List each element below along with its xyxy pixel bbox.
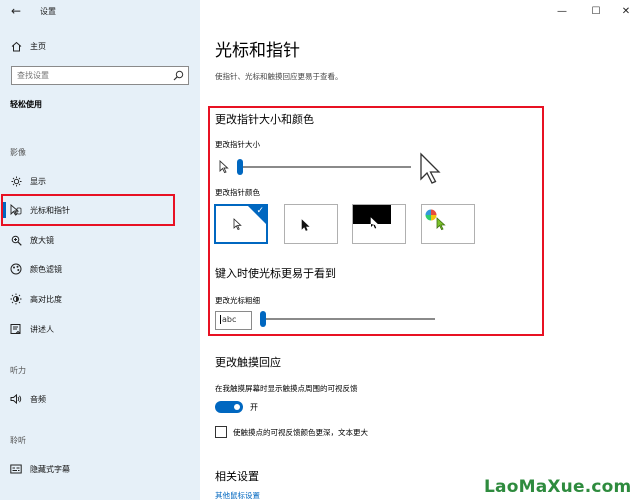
- watermark: LaoMaXue.com: [484, 477, 632, 497]
- sidebar: ← 设置 主页 轻松使用 影像 显示 光标和指针 放大镜: [0, 0, 200, 500]
- arrow-left-icon: ←: [10, 4, 22, 18]
- darker-feedback-checkbox[interactable]: [215, 426, 227, 438]
- sidebar-item-high-contrast[interactable]: 高对比度: [0, 288, 200, 310]
- slider-thumb[interactable]: [260, 311, 266, 327]
- sidebar-item-color-filter[interactable]: 颜色滤镜: [0, 258, 200, 280]
- sidebar-item-label: 放大镜: [30, 235, 54, 245]
- main-content: — ☐ ✕ 光标和指针 使指针、光标和触摸回应更易于查看。 更改指针大小和颜色 …: [200, 0, 640, 500]
- group-heading-listening: 聆听: [10, 436, 26, 445]
- related-settings-heading: 相关设置: [215, 470, 259, 483]
- touch-section-heading: 更改触摸回应: [215, 356, 281, 369]
- high-contrast-icon: [10, 293, 22, 305]
- large-pointer-icon: [419, 152, 443, 189]
- search-box: [11, 66, 189, 85]
- checkmark-icon: ✓: [256, 206, 264, 216]
- section-title: 轻松使用: [10, 100, 42, 109]
- sidebar-item-label: 隐藏式字幕: [30, 464, 70, 474]
- back-button[interactable]: ←: [8, 3, 24, 19]
- sidebar-item-magnifier[interactable]: 放大镜: [0, 229, 200, 251]
- sidebar-item-label: 讲述人: [30, 324, 54, 334]
- magnifier-icon: [10, 234, 22, 246]
- sidebar-item-cursor-pointer[interactable]: 光标和指针: [0, 199, 200, 221]
- touch-feedback-label: 在我触摸屏幕时显示触摸点周围的可视反馈: [215, 384, 358, 393]
- inverted-pointer-icon: [370, 217, 379, 233]
- toggle-state-label: 开: [250, 403, 258, 412]
- custom-pointer-icon: [436, 217, 446, 234]
- page-title: 光标和指针: [215, 41, 300, 61]
- pointer-section-heading: 更改指针大小和颜色: [215, 113, 314, 126]
- sidebar-item-home[interactable]: 主页: [0, 35, 200, 57]
- close-button[interactable]: ✕: [616, 4, 636, 18]
- darker-feedback-label: 使触摸点的可视反馈颜色更深，文本更大: [233, 428, 368, 437]
- sidebar-item-narrator[interactable]: 讲述人: [0, 318, 200, 340]
- search-input[interactable]: [12, 67, 162, 84]
- pointer-color-white[interactable]: ✓: [214, 204, 268, 244]
- sidebar-item-audio[interactable]: 音频: [0, 388, 200, 410]
- black-pointer-icon: [301, 219, 310, 235]
- slider-track: [237, 166, 411, 168]
- app-title: 设置: [40, 7, 56, 16]
- sidebar-item-display[interactable]: 显示: [0, 170, 200, 192]
- color-filter-icon: [10, 263, 22, 275]
- pointer-color-custom[interactable]: [421, 204, 475, 244]
- sidebar-item-label: 显示: [30, 176, 46, 186]
- sidebar-item-label: 颜色滤镜: [30, 264, 62, 274]
- captions-icon: [10, 463, 22, 475]
- pointer-color-black[interactable]: [284, 204, 338, 244]
- display-icon: [10, 175, 22, 187]
- pointer-color-inverted[interactable]: [352, 204, 406, 244]
- sidebar-item-label: 音频: [30, 394, 46, 404]
- speaker-icon: [10, 393, 22, 405]
- slider-thumb[interactable]: [237, 159, 243, 175]
- slider-track: [260, 318, 435, 320]
- cursor-section-heading: 键入时使光标更易于看到: [215, 267, 336, 280]
- sidebar-item-captions[interactable]: 隐藏式字幕: [0, 458, 200, 480]
- pointer-size-label: 更改指针大小: [215, 140, 260, 149]
- group-heading-vision: 影像: [10, 148, 26, 157]
- titlebar-left: ← 设置: [0, 0, 200, 22]
- cursor-preview: abc: [215, 311, 252, 330]
- narrator-icon: [10, 323, 22, 335]
- mouse-settings-link[interactable]: 其他鼠标设置: [215, 490, 260, 500]
- minimize-icon: —: [557, 5, 567, 17]
- home-icon: [10, 40, 22, 52]
- sidebar-item-label: 光标和指针: [30, 205, 70, 215]
- minimize-button[interactable]: —: [552, 4, 572, 18]
- cursor-icon: [10, 204, 22, 216]
- white-pointer-icon: [233, 218, 242, 234]
- toggle-knob: [234, 404, 240, 410]
- cursor-preview-text: abc: [220, 315, 237, 324]
- small-pointer-icon: [219, 159, 229, 177]
- maximize-icon: ☐: [591, 5, 601, 17]
- cursor-thickness-label: 更改光标粗细: [215, 296, 260, 305]
- sidebar-item-label: 高对比度: [30, 294, 62, 304]
- close-icon: ✕: [621, 5, 631, 17]
- maximize-button[interactable]: ☐: [586, 4, 606, 18]
- touch-feedback-toggle[interactable]: [215, 401, 243, 413]
- page-description: 使指针、光标和触摸回应更易于查看。: [215, 72, 343, 81]
- sidebar-item-label: 主页: [30, 41, 46, 51]
- search-icon[interactable]: [173, 70, 184, 81]
- group-heading-hearing: 听力: [10, 366, 26, 375]
- pointer-color-label: 更改指针颜色: [215, 188, 260, 197]
